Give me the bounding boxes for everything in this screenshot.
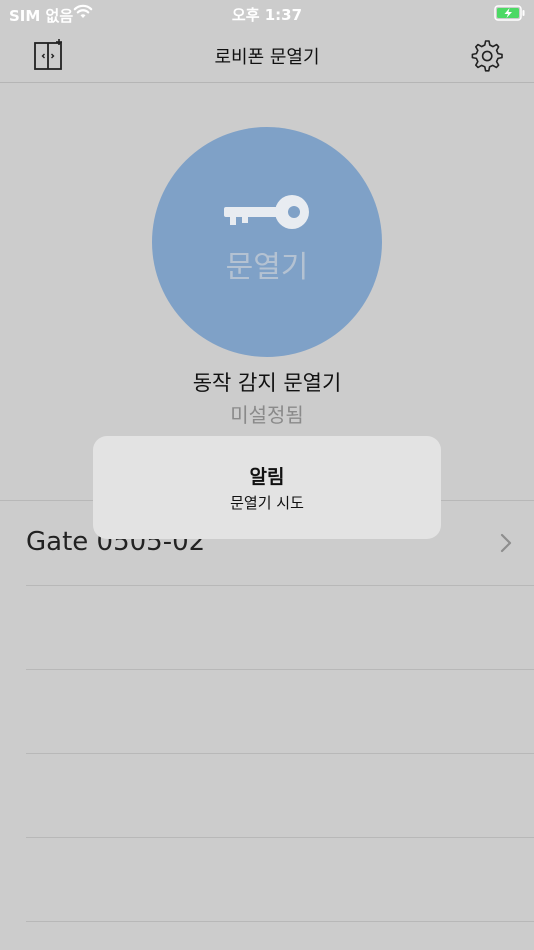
motion-detect-status: 미설정됨	[230, 403, 304, 427]
key-icon	[222, 194, 312, 238]
page-title: 로비폰 문열기	[214, 47, 320, 68]
alert-dialog: 알림 문열기 시도	[93, 436, 441, 539]
motion-detect-title[interactable]: 동작 감지 문열기	[0, 367, 534, 397]
navigation-bar: 로비폰 문열기	[0, 28, 534, 83]
door-open-button[interactable]: 문열기	[152, 127, 382, 357]
status-time: 오후 1:37	[231, 6, 303, 24]
gate-row[interactable]	[26, 585, 534, 670]
chevron-right-icon	[500, 533, 512, 557]
door-open-label: 문열기	[225, 250, 309, 285]
alert-message: 문열기 시도	[230, 494, 304, 512]
gate-row[interactable]	[26, 669, 534, 754]
gate-row[interactable]	[26, 753, 534, 838]
alert-title: 알림	[249, 466, 285, 488]
gear-icon[interactable]	[468, 37, 504, 73]
gate-row[interactable]	[26, 837, 534, 922]
status-bar: SIM 없음 오후 1:37	[0, 0, 534, 28]
battery-icon	[494, 5, 526, 25]
